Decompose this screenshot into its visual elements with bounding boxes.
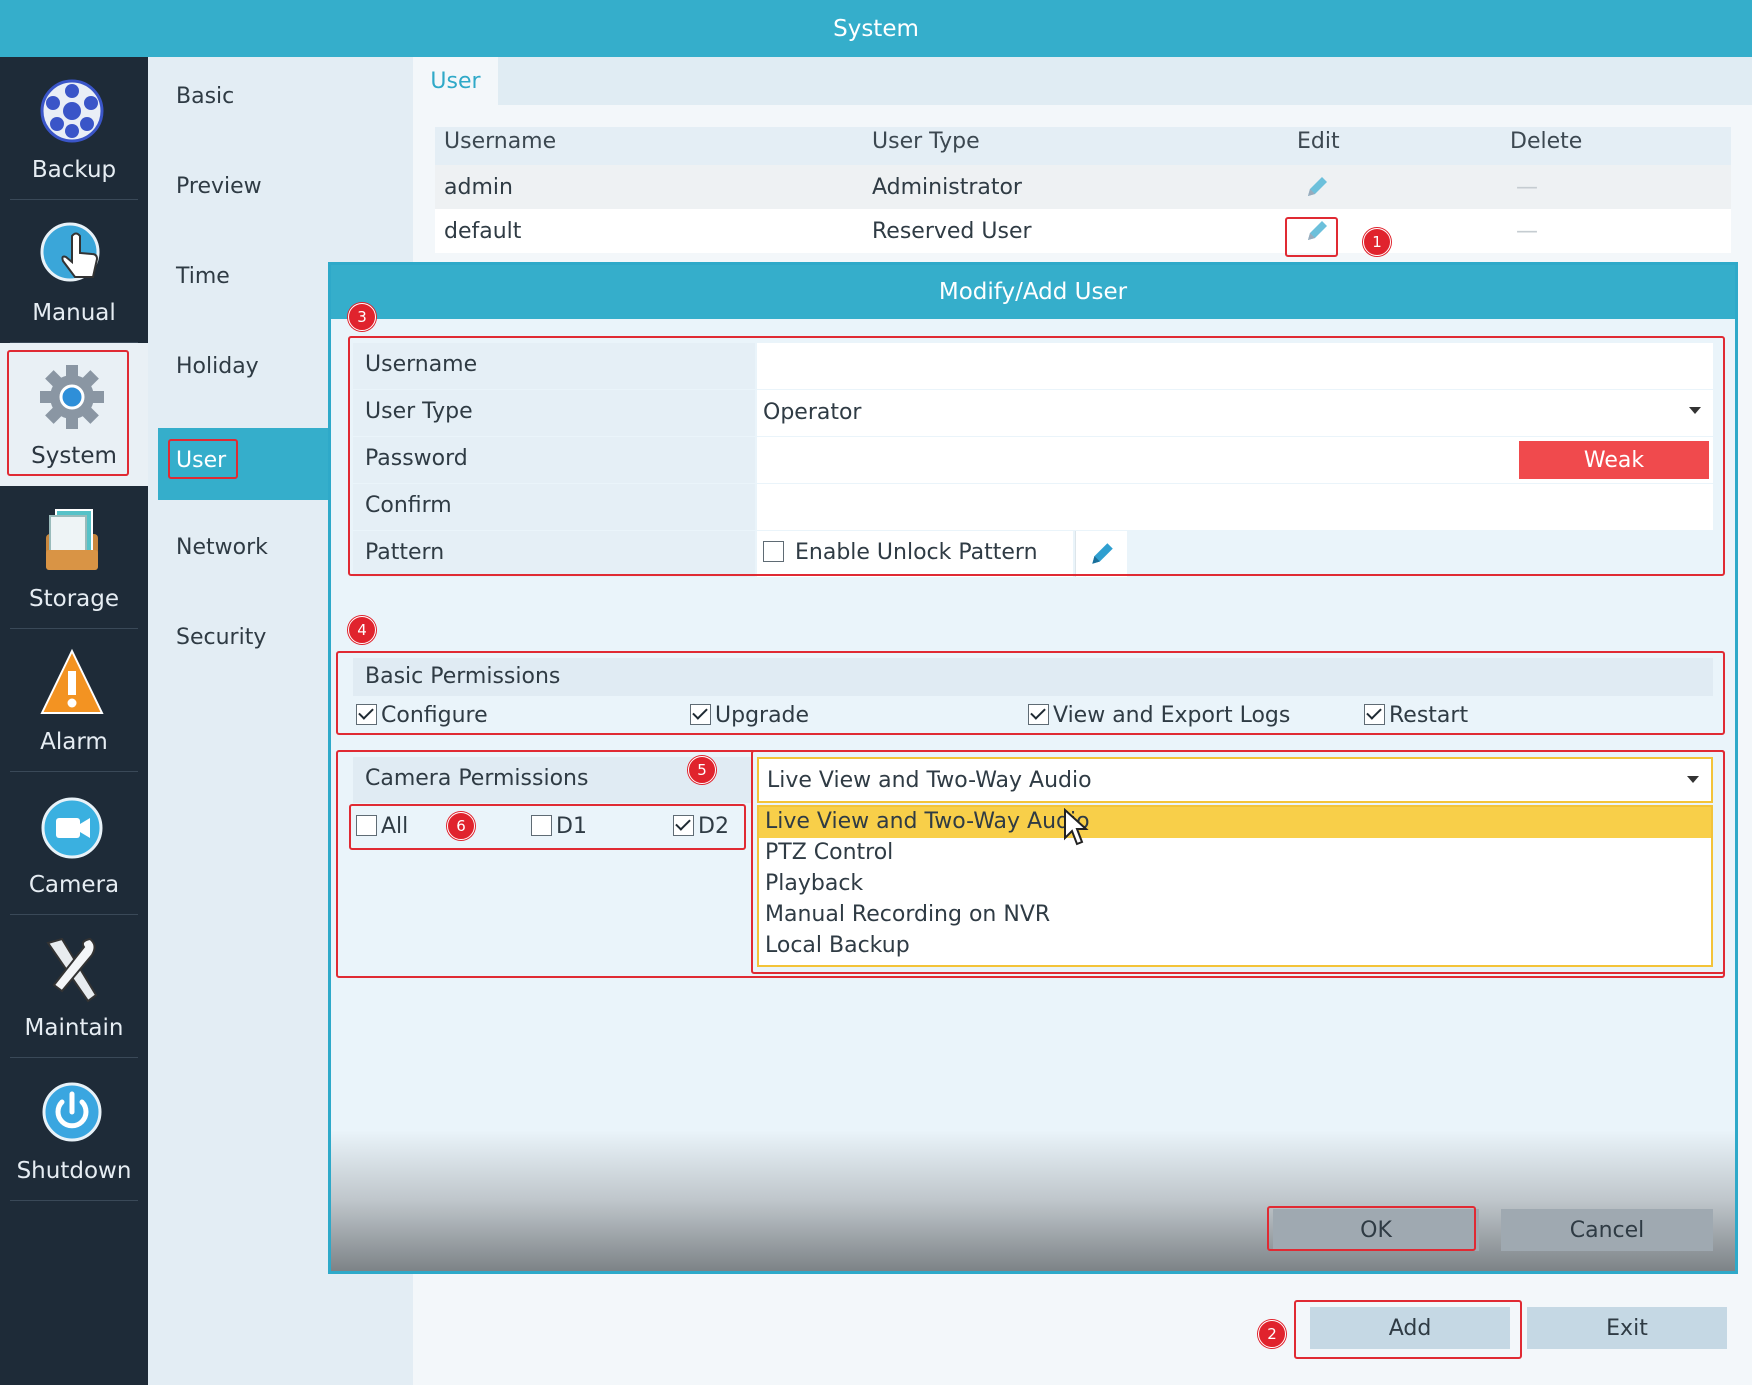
table-row[interactable]: admin Administrator — [435, 165, 1731, 209]
tab-user[interactable]: User [413, 57, 498, 105]
window-title-bar: System [0, 0, 1752, 57]
annotation-badge-4: 4 [348, 616, 376, 644]
nav-label: Camera [28, 872, 120, 898]
annotation-badge-6: 6 [447, 812, 475, 840]
nav-item-camera[interactable]: Camera [0, 772, 148, 915]
nav-label: Maintain [24, 1015, 124, 1041]
nav-label: Backup [31, 157, 117, 183]
annotation-badge-3: 3 [348, 303, 376, 331]
nav-label: Storage [29, 586, 119, 612]
cell-username: default [444, 219, 522, 244]
cell-username: admin [444, 175, 513, 200]
sub-nav-item-preview[interactable]: Preview [176, 174, 262, 199]
nav-item-maintain[interactable]: Maintain [0, 915, 148, 1058]
cell-delete-disabled: — [1516, 219, 1538, 244]
sub-nav-item-time[interactable]: Time [176, 264, 230, 289]
column-header-delete: Delete [1510, 129, 1583, 154]
cell-user-type: Administrator [872, 175, 1022, 200]
annotation-box-basic-permissions [336, 651, 1725, 735]
cell-delete-disabled: — [1516, 175, 1538, 200]
nav-label: Shutdown [16, 1158, 132, 1184]
tools-icon [46, 937, 98, 1003]
storage-icon [46, 509, 98, 570]
annotation-box-ok [1267, 1206, 1476, 1251]
window-title: System [833, 15, 919, 42]
annotation-box-add [1294, 1300, 1522, 1359]
cell-user-type: Reserved User [872, 219, 1032, 244]
dialog-title: Modify/Add User [938, 279, 1128, 305]
column-header-edit: Edit [1297, 129, 1340, 154]
main-nav: Backup Manual System Storage Alarm Camer… [0, 57, 148, 1385]
nav-label: Manual [32, 300, 116, 326]
annotation-box-channels [349, 804, 746, 850]
column-header-user-type: User Type [872, 129, 980, 154]
nav-item-backup[interactable]: Backup [0, 57, 148, 200]
dialog-title-bar: Modify/Add User [331, 265, 1735, 319]
divider [10, 1200, 138, 1201]
nav-item-manual[interactable]: Manual [0, 200, 148, 343]
column-header-username: Username [444, 129, 557, 154]
annotation-badge-2: 2 [1258, 1320, 1286, 1348]
annotation-box-user [168, 439, 238, 479]
annotation-badge-1: 1 [1363, 228, 1391, 256]
nav-label: Alarm [40, 729, 108, 755]
nav-item-shutdown[interactable]: Shutdown [0, 1058, 148, 1201]
camera-icon [41, 797, 103, 859]
nav-item-storage[interactable]: Storage [0, 486, 148, 629]
sub-nav-item-basic[interactable]: Basic [176, 84, 234, 109]
sub-nav-item-network[interactable]: Network [176, 535, 268, 560]
nav-item-alarm[interactable]: Alarm [0, 629, 148, 772]
sub-nav-item-security[interactable]: Security [176, 625, 266, 650]
table-row[interactable]: default Reserved User — [435, 209, 1731, 253]
power-icon [42, 1082, 102, 1142]
warning-icon [40, 648, 104, 714]
edit-pencil-icon[interactable] [1304, 174, 1330, 200]
exit-button[interactable]: Exit [1527, 1307, 1727, 1349]
tab-bar: User [413, 57, 1752, 105]
annotation-box-edit [1285, 217, 1338, 257]
annotation-box-camera-dropdown [751, 750, 1725, 974]
annotation-badge-5: 5 [688, 756, 716, 784]
annotation-box-user-fields [348, 336, 1725, 576]
annotation-box-system [7, 350, 129, 476]
sub-nav-item-holiday[interactable]: Holiday [176, 354, 259, 379]
hand-pointer-icon [40, 222, 100, 282]
film-reel-icon [40, 79, 104, 143]
cancel-button[interactable]: Cancel [1501, 1209, 1713, 1251]
